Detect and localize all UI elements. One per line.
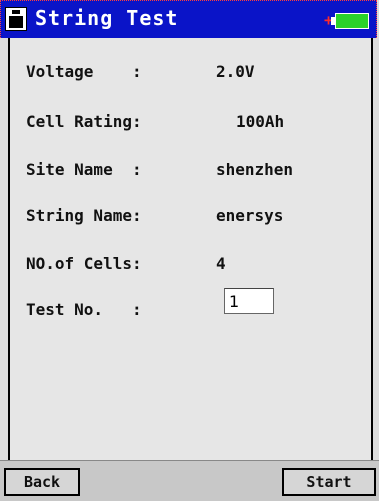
- voltage-value: 2.0V: [216, 62, 255, 81]
- string-name-value: enersys: [216, 206, 284, 225]
- num-cells-label: NO.of Cells:: [26, 254, 142, 273]
- back-button[interactable]: Back: [4, 468, 80, 496]
- site-name-label: Site Name :: [26, 160, 142, 179]
- form-panel: Voltage : 2.0V Cell Rating: 100Ah Site N…: [8, 38, 373, 460]
- test-no-input[interactable]: [224, 288, 274, 314]
- voltage-label: Voltage :: [26, 62, 142, 81]
- title-bar: String Test +: [0, 0, 377, 38]
- string-name-label: String Name:: [26, 206, 142, 225]
- num-cells-value: 4: [216, 254, 226, 273]
- window-title: String Test: [35, 6, 179, 30]
- site-name-value: shenzhen: [216, 160, 294, 179]
- device-screen: String Test + Voltage : 2.0V Cell Rating…: [0, 0, 379, 501]
- bottom-bar: Back Start: [0, 460, 379, 501]
- cell-rating-value: 100Ah: [236, 112, 285, 131]
- battery-icon: [335, 13, 369, 29]
- floppy-disk-icon: [5, 7, 27, 31]
- start-button[interactable]: Start: [282, 468, 376, 496]
- cell-rating-label: Cell Rating:: [26, 112, 142, 131]
- test-no-label: Test No. :: [26, 300, 142, 319]
